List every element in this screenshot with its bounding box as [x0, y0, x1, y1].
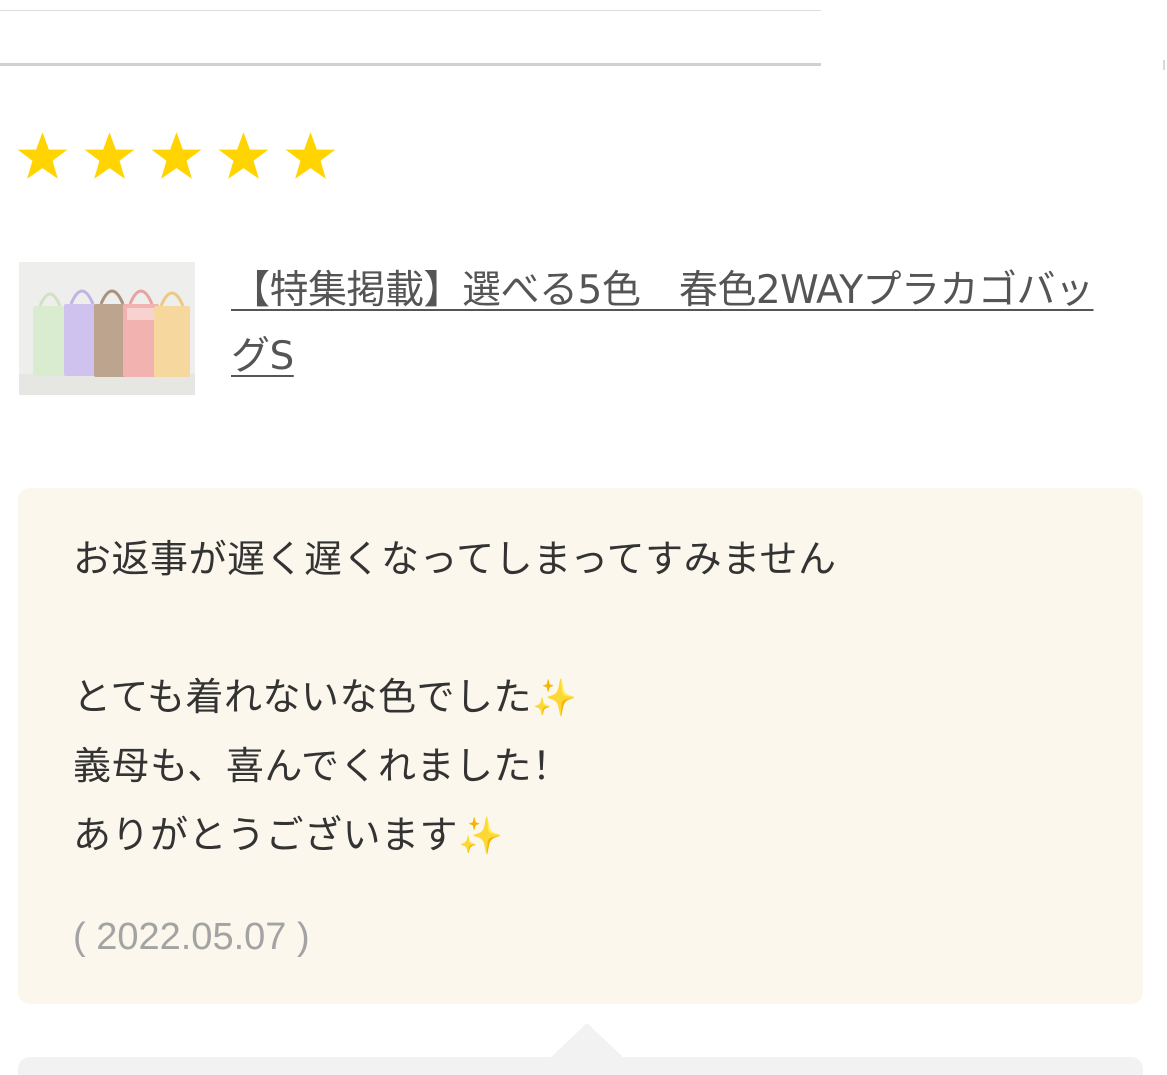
review-line: お返事が遅く遅くなってしまってすみません — [73, 525, 1113, 594]
sparkles-icon: ✨ — [458, 816, 504, 857]
review-line-blank — [73, 594, 1113, 663]
star-icon — [218, 132, 269, 179]
product-title-link[interactable]: 【特集掲載】選べる5色 春色2WAYプラカゴバッグS — [231, 258, 1121, 390]
review-line-text: 義母も、喜んでくれました！ — [73, 744, 571, 788]
product-thumbnail[interactable] — [19, 262, 195, 395]
review-page: 【特集掲載】選べる5色 春色2WAYプラカゴバッグS お返事が遅く遅くなってしま… — [0, 0, 1167, 1075]
next-review-box — [18, 1057, 1143, 1075]
review-line: ありがとうございます✨ — [73, 801, 1113, 870]
review-line-text: お返事が遅く遅くなってしまってすみません — [73, 537, 837, 581]
bag-thumbnail-image — [19, 262, 195, 395]
review-line: とても着れないな色でした✨ — [73, 663, 1113, 732]
star-rating — [16, 130, 337, 190]
star-icon — [84, 132, 135, 179]
divider-thick — [0, 63, 821, 66]
review-date: ( 2022.05.07 ) — [73, 916, 310, 958]
review-line-text: ありがとうございます — [73, 813, 459, 857]
next-review-pointer — [549, 1023, 625, 1059]
review-line: 義母も、喜んでくれました！ — [73, 732, 1113, 801]
star-icon — [151, 132, 202, 179]
sparkles-icon: ✨ — [531, 678, 578, 719]
divider-thin — [0, 10, 821, 11]
star-icon — [17, 132, 68, 179]
edge-mark — [1163, 60, 1165, 70]
review-line-text: とても着れないな色でした — [73, 675, 532, 719]
star-icon — [285, 132, 336, 179]
review-body: お返事が遅く遅くなってしまってすみません とても着れないな色でした✨ 義母も、喜… — [73, 525, 1113, 870]
